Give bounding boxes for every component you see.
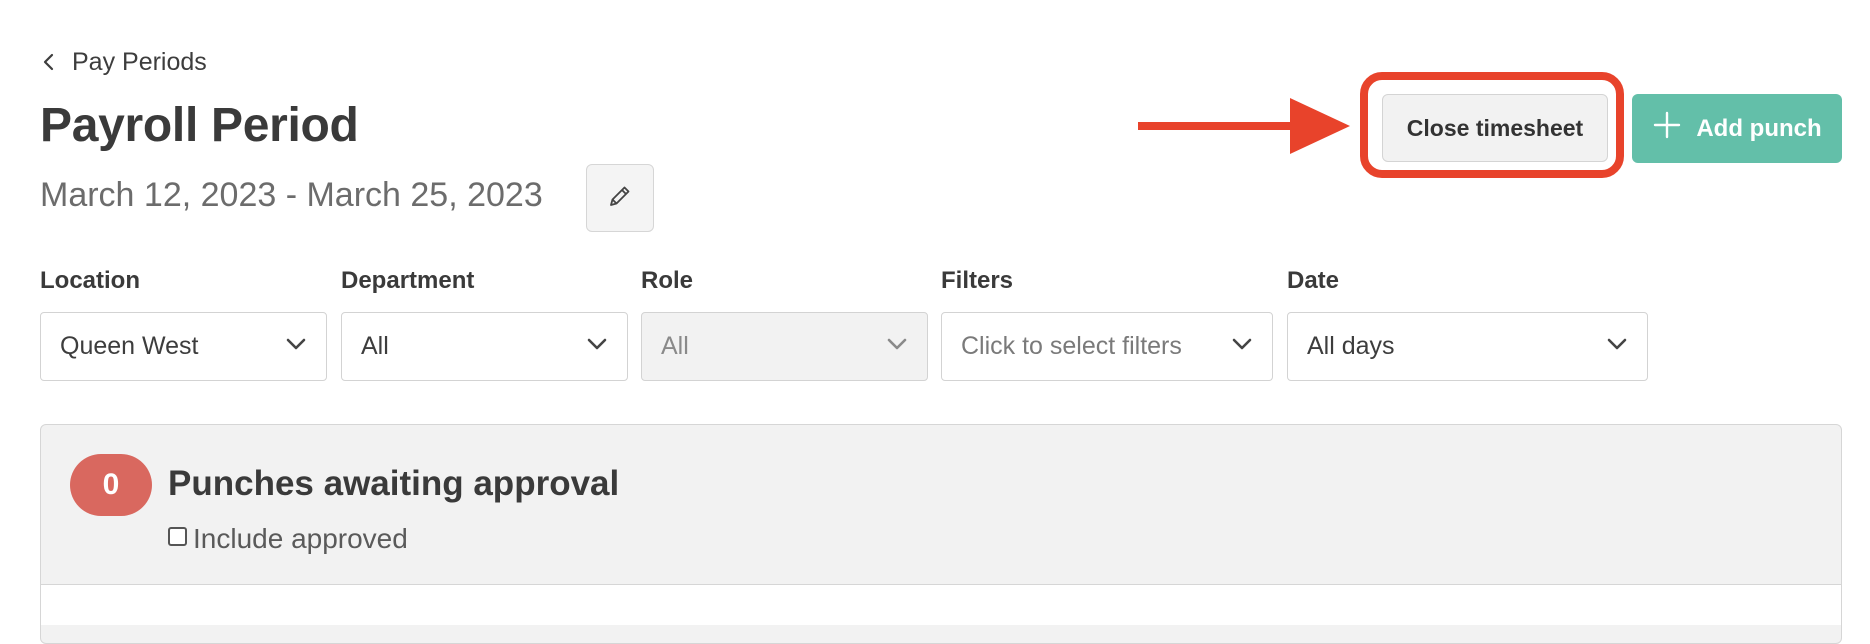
edit-date-range-button[interactable] (586, 164, 654, 232)
role-select: All (641, 312, 928, 381)
pending-count-badge: 0 (70, 454, 152, 516)
department-label: Department (341, 267, 475, 294)
close-timesheet-button[interactable]: Close timesheet (1382, 94, 1608, 162)
add-punch-label: Add punch (1696, 114, 1822, 142)
role-select-value: All (661, 332, 689, 360)
include-approved-toggle[interactable]: Include approved (168, 522, 408, 556)
location-select-value: Queen West (60, 332, 199, 360)
date-label: Date (1287, 267, 1340, 294)
department-select-value: All (361, 332, 389, 360)
chevron-down-icon (1605, 332, 1629, 361)
chevron-down-icon (284, 332, 308, 361)
plus-icon (1652, 110, 1682, 147)
date-select-value: All days (1307, 332, 1395, 360)
filters-label: Filters (941, 267, 1014, 294)
chevron-down-icon (1230, 332, 1254, 361)
page-title: Payroll Period (40, 99, 359, 152)
breadcrumb-label: Pay Periods (72, 47, 207, 76)
breadcrumb-back-link[interactable]: Pay Periods (40, 44, 207, 80)
chevron-down-icon (885, 332, 909, 361)
date-range: March 12, 2023 - March 25, 2023 (40, 176, 543, 214)
add-punch-button[interactable]: Add punch (1632, 94, 1842, 163)
pencil-icon (605, 181, 635, 216)
annotation-arrow (1138, 98, 1350, 154)
location-label: Location (40, 267, 140, 294)
include-approved-checkbox[interactable] (168, 526, 187, 546)
location-select[interactable]: Queen West (40, 312, 327, 381)
filters-select[interactable]: Click to select filters (941, 312, 1273, 381)
include-approved-label: Include approved (193, 523, 408, 554)
role-label: Role (641, 267, 694, 294)
chevron-left-icon (40, 53, 58, 71)
panel-title: Punches awaiting approval (168, 464, 620, 503)
panel-body (41, 585, 1841, 625)
filters-select-placeholder: Click to select filters (961, 332, 1182, 360)
department-select[interactable]: All (341, 312, 628, 381)
date-select[interactable]: All days (1287, 312, 1648, 381)
chevron-down-icon (585, 332, 609, 361)
